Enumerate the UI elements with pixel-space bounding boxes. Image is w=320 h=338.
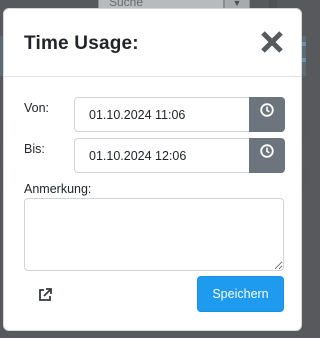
note-label: Anmerkung: [24, 182, 92, 196]
clock-icon [260, 103, 274, 117]
external-link-icon [39, 288, 52, 301]
close-icon [261, 31, 283, 53]
bis-datetime-picker [74, 138, 285, 173]
von-input[interactable] [74, 97, 250, 132]
time-usage-dialog: Time Usage: Von: Bis: Anmerkung: [3, 8, 302, 331]
bis-input[interactable] [74, 138, 250, 173]
bis-clock-button[interactable] [249, 138, 285, 173]
dialog-title: Time Usage: [24, 33, 139, 54]
close-button[interactable] [259, 29, 285, 55]
open-external-button[interactable] [37, 287, 55, 305]
dialog-header: Time Usage: [4, 9, 301, 77]
von-label: Von: [24, 101, 50, 115]
save-button[interactable]: Speichern [197, 276, 284, 312]
von-clock-button[interactable] [249, 97, 285, 132]
von-datetime-picker [74, 97, 285, 132]
bis-label: Bis: [24, 142, 45, 156]
note-textarea[interactable] [24, 198, 284, 271]
clock-icon [260, 144, 274, 158]
